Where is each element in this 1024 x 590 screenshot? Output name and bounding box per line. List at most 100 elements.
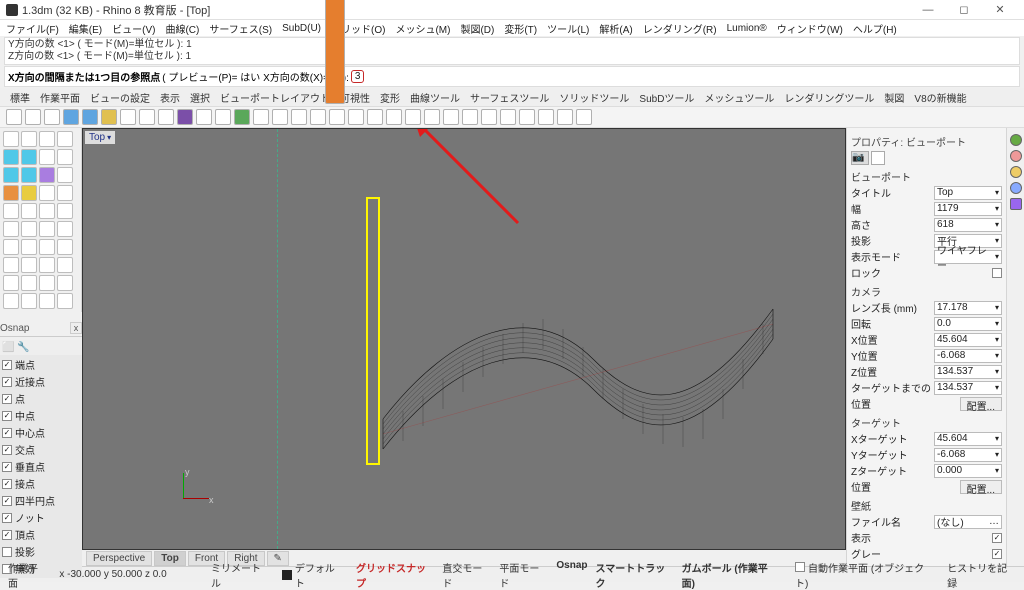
minimize-button[interactable]: — <box>910 1 946 19</box>
toolbar-button[interactable] <box>63 109 79 125</box>
menu-item[interactable]: ファイル(F) <box>6 21 59 36</box>
tool-button[interactable] <box>39 257 55 273</box>
tab[interactable]: ソリッドツール <box>555 89 633 106</box>
toolbar-button[interactable] <box>215 109 231 125</box>
toolbar-button[interactable] <box>367 109 383 125</box>
tool-button[interactable] <box>3 221 19 237</box>
menu-item[interactable]: ヘルプ(H) <box>853 21 897 36</box>
toolbar-button[interactable] <box>234 109 250 125</box>
tool-button[interactable] <box>3 257 19 273</box>
toolbar-button[interactable] <box>272 109 288 125</box>
tool-button[interactable] <box>39 131 55 147</box>
filename-field[interactable]: (なし)… <box>934 515 1002 529</box>
toolbar-button[interactable] <box>158 109 174 125</box>
tgt-prop[interactable]: 0.000▾ <box>934 464 1002 478</box>
camera-icon[interactable]: 📷 <box>851 151 869 165</box>
tool-button[interactable] <box>57 275 73 291</box>
menu-item[interactable]: サーフェス(S) <box>209 21 272 36</box>
toolbar-button[interactable] <box>557 109 573 125</box>
tab[interactable]: SubDツール <box>635 89 698 106</box>
tool-button[interactable] <box>21 167 37 183</box>
tool-button[interactable] <box>57 221 73 237</box>
tool-button[interactable] <box>57 149 73 165</box>
tab[interactable]: 表示 <box>156 89 184 106</box>
status-toggle[interactable]: スマートトラック <box>592 560 678 590</box>
osnap-checkbox[interactable]: ✓ <box>2 462 12 472</box>
toolbar-button[interactable] <box>348 109 364 125</box>
tab[interactable]: ビューの設定 <box>86 89 154 106</box>
tool-button[interactable] <box>39 239 55 255</box>
tab[interactable]: メッシュツール <box>700 89 778 106</box>
tool-button[interactable] <box>57 203 73 219</box>
tool-button[interactable] <box>21 293 37 309</box>
cam-prop[interactable]: 134.537▾ <box>934 365 1002 379</box>
layers-icon[interactable] <box>1010 166 1022 178</box>
material-icon[interactable] <box>871 151 885 165</box>
tool-button[interactable] <box>21 257 37 273</box>
toolbar-button[interactable] <box>253 109 269 125</box>
osnap-checkbox[interactable]: ✓ <box>2 479 12 489</box>
menu-item[interactable]: 曲線(C) <box>165 21 199 36</box>
menu-item[interactable]: 編集(E) <box>69 21 102 36</box>
main-toolbar[interactable] <box>0 106 1024 128</box>
tool-button[interactable] <box>39 293 55 309</box>
tab[interactable]: サーフェスツール <box>466 89 553 106</box>
osnap-checkbox[interactable]: ✓ <box>2 513 12 523</box>
osnap-close[interactable]: x <box>70 322 82 334</box>
command-line[interactable]: X方向の間隔または1つ目の参照点 ( プレビュー(P)= はい X方向の数(X)… <box>4 66 1020 87</box>
status-toggle[interactable]: グリッドスナップ <box>352 560 438 590</box>
status-bar[interactable]: 作業平面 x -30.000 y 50.000 z 0.0 ミリメートル デフォ… <box>0 566 1024 582</box>
tool-button[interactable] <box>21 221 37 237</box>
cmd-input[interactable]: 3 <box>351 70 365 83</box>
status-history[interactable]: ヒストリを記録 <box>943 560 1020 590</box>
vp-prop[interactable]: 1179▾ <box>934 202 1002 216</box>
tgt-prop[interactable]: 45.604▾ <box>934 432 1002 446</box>
show-checkbox[interactable]: ✓ <box>992 533 1002 543</box>
cam-prop[interactable]: 17.178▾ <box>934 301 1002 315</box>
tool-button[interactable] <box>3 239 19 255</box>
menu-bar[interactable]: ファイル(F)編集(E)ビュー(V)曲線(C)サーフェス(S)SubD(U)ソリ… <box>0 20 1024 36</box>
position-button[interactable]: 配置... <box>960 397 1002 411</box>
auto-cplane-checkbox[interactable] <box>795 562 805 572</box>
tab[interactable]: 選択 <box>186 89 214 106</box>
cam-prop[interactable]: 0.0▾ <box>934 317 1002 331</box>
tool-button[interactable] <box>57 167 73 183</box>
tutorial-icon[interactable] <box>1010 150 1022 162</box>
toolbar-button[interactable] <box>196 109 212 125</box>
vp-prop[interactable]: Top▾ <box>934 186 1002 200</box>
library-icon[interactable] <box>1010 182 1022 194</box>
menu-item[interactable]: SubD(U) <box>282 23 321 34</box>
toolbar-button[interactable] <box>82 109 98 125</box>
tool-button[interactable] <box>57 131 73 147</box>
osnap-checkbox[interactable]: ✓ <box>2 377 12 387</box>
osnap-checkbox[interactable]: ✓ <box>2 428 12 438</box>
menu-item[interactable]: ソリッド(O) <box>331 21 385 36</box>
toolbar-button[interactable] <box>291 109 307 125</box>
osnap-checkbox[interactable] <box>2 547 12 557</box>
toolbar-button[interactable] <box>443 109 459 125</box>
toolbar-button[interactable] <box>6 109 22 125</box>
status-cplane[interactable]: 作業平面 <box>4 560 51 590</box>
side-toolbox[interactable] <box>0 128 82 312</box>
tool-button[interactable] <box>21 131 37 147</box>
tab[interactable]: 標準 <box>6 89 34 106</box>
viewport-label[interactable]: Top▾ <box>85 131 115 144</box>
tool-button[interactable] <box>39 203 55 219</box>
tool-button[interactable] <box>39 275 55 291</box>
tab[interactable]: V8の新機能 <box>910 89 970 106</box>
toolbar-button[interactable] <box>538 109 554 125</box>
view-tab[interactable]: Top <box>154 551 186 566</box>
viewport[interactable]: Top▾ <box>82 128 846 550</box>
cam-prop[interactable]: 134.537▾ <box>934 381 1002 395</box>
tool-button[interactable] <box>57 293 73 309</box>
tool-button[interactable] <box>57 257 73 273</box>
toolbar-button[interactable] <box>139 109 155 125</box>
tab[interactable]: 変形 <box>376 89 404 106</box>
toolbar-button[interactable] <box>329 109 345 125</box>
lock-checkbox[interactable] <box>992 268 1002 278</box>
menu-item[interactable]: 解析(A) <box>599 21 632 36</box>
toolbar-button[interactable] <box>576 109 592 125</box>
tab[interactable]: 可視性 <box>336 89 374 106</box>
tool-button[interactable] <box>21 203 37 219</box>
tool-button[interactable] <box>39 221 55 237</box>
